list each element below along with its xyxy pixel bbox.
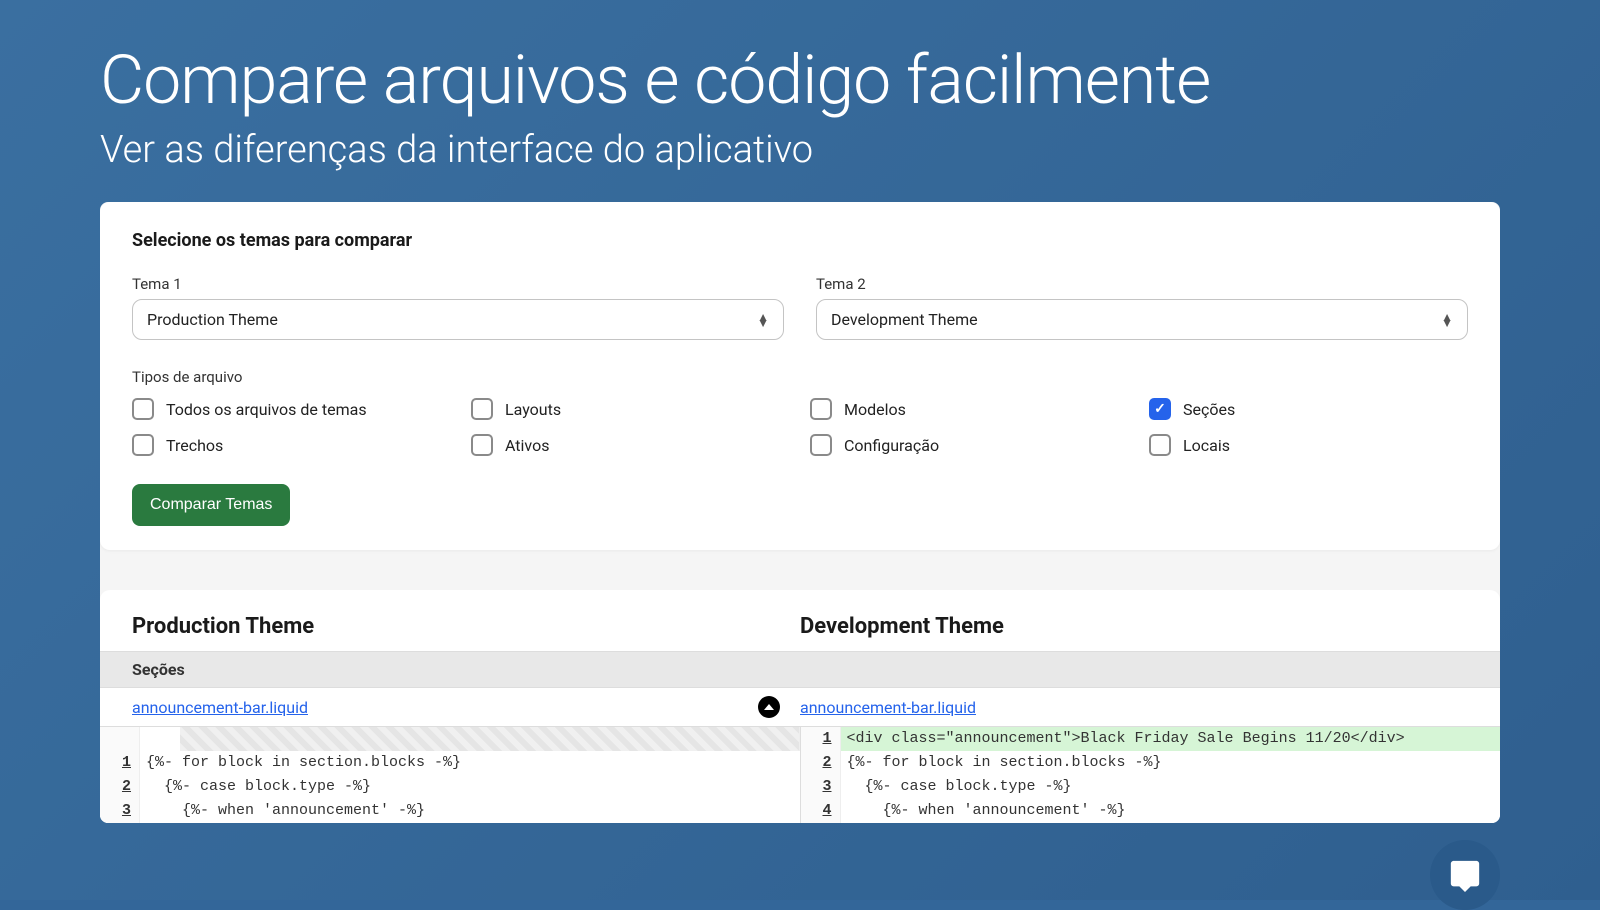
theme2-value: Development Theme	[831, 310, 978, 329]
filetypes-label: Tipos de arquivo	[132, 368, 1468, 386]
select-caret-icon: ▲▼	[1441, 314, 1453, 326]
results-col2-title: Development Theme	[800, 614, 1468, 639]
form-title: Selecione os temas para comparar	[132, 230, 1468, 251]
hero-subtitle: Ver as diferenças da interface do aplica…	[100, 128, 1500, 172]
hero-title: Compare arquivos e código facilmente	[100, 40, 1500, 120]
file-link-left[interactable]: announcement-bar.liquid	[132, 698, 308, 717]
code-line: 1 {%- for block in section.blocks -%}	[100, 751, 800, 775]
checkbox-templates[interactable]: Modelos	[810, 398, 1129, 420]
app-panel: Selecione os temas para comparar Tema 1 …	[100, 202, 1500, 823]
code-col-right: 1 <div class="announcement">Black Friday…	[801, 727, 1501, 823]
checkbox-box-icon	[132, 398, 154, 420]
compare-form-card: Selecione os temas para comparar Tema 1 …	[100, 202, 1500, 550]
code-line: 4 {%- when 'announcement' -%}	[801, 799, 1501, 823]
code-line: 3 {%- when 'announcement' -%}	[100, 799, 800, 823]
checkbox-locales[interactable]: Locais	[1149, 434, 1468, 456]
checkbox-box-checked-icon	[1149, 398, 1171, 420]
select-caret-icon: ▲▼	[757, 314, 769, 326]
checkbox-box-icon	[810, 434, 832, 456]
checkbox-snippets[interactable]: Trechos	[132, 434, 451, 456]
theme2-select[interactable]: Development Theme ▲▼	[816, 299, 1468, 340]
theme1-value: Production Theme	[147, 310, 278, 329]
code-line: 3 {%- case block.type -%}	[801, 775, 1501, 799]
code-line-added: 1 <div class="announcement">Black Friday…	[801, 727, 1501, 751]
checkbox-box-icon	[810, 398, 832, 420]
checkbox-sections[interactable]: Seções	[1149, 398, 1468, 420]
hero: Compare arquivos e código facilmente Ver…	[0, 0, 1600, 202]
compare-button[interactable]: Comparar Temas	[132, 484, 290, 526]
results-section-label: Seções	[100, 651, 1500, 688]
checkbox-all-files[interactable]: Todos os arquivos de temas	[132, 398, 451, 420]
theme2-label: Tema 2	[816, 275, 1468, 293]
checkbox-layouts[interactable]: Layouts	[471, 398, 790, 420]
code-col-left: 1 {%- for block in section.blocks -%} 2 …	[100, 727, 801, 823]
file-link-right[interactable]: announcement-bar.liquid	[800, 698, 976, 717]
results-card: Production Theme Development Theme Seçõe…	[100, 590, 1500, 823]
theme1-select[interactable]: Production Theme ▲▼	[132, 299, 784, 340]
checkbox-assets[interactable]: Ativos	[471, 434, 790, 456]
checkbox-box-icon	[1149, 434, 1171, 456]
checkbox-config[interactable]: Configuração	[810, 434, 1129, 456]
checkbox-box-icon	[471, 434, 493, 456]
theme1-label: Tema 1	[132, 275, 784, 293]
code-line: 2 {%- for block in section.blocks -%}	[801, 751, 1501, 775]
collapse-up-icon[interactable]	[758, 696, 780, 718]
checkbox-box-icon	[132, 434, 154, 456]
code-line: 2 {%- case block.type -%}	[100, 775, 800, 799]
checkbox-box-icon	[471, 398, 493, 420]
code-diff: 1 {%- for block in section.blocks -%} 2 …	[100, 726, 1500, 823]
empty-diff-line	[180, 727, 800, 751]
results-col1-title: Production Theme	[132, 614, 800, 639]
